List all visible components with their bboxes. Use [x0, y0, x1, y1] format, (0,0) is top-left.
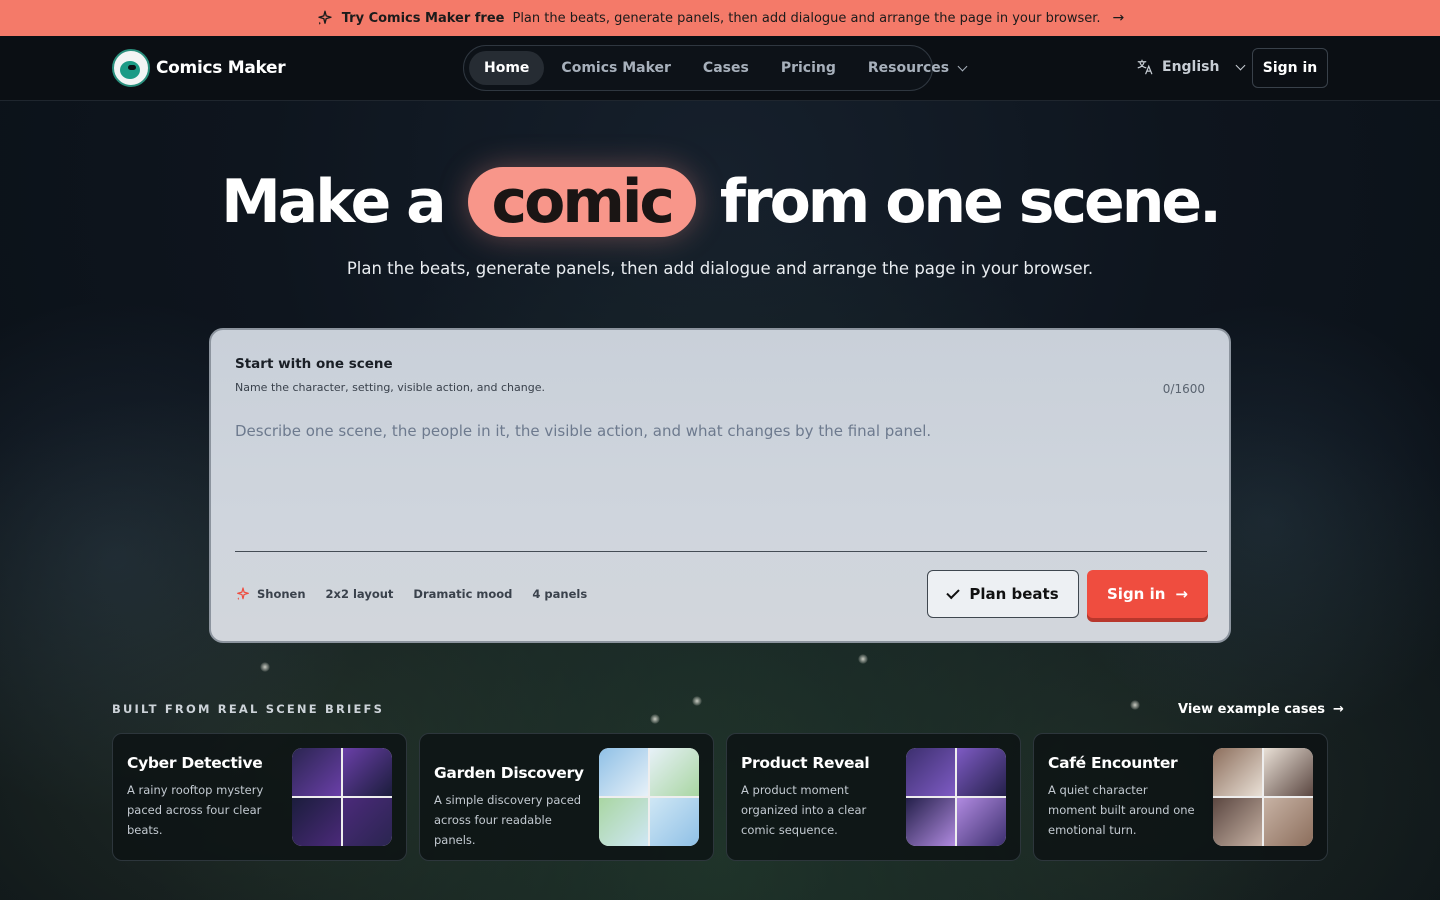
nav-resources[interactable]: Resources [853, 51, 981, 85]
case-description: A simple discovery paced across four rea… [434, 793, 582, 847]
character-counter: 0/1600 [1162, 382, 1205, 396]
plan-beats-label: Plan beats [969, 585, 1059, 603]
background-flower [692, 696, 702, 706]
chip-style[interactable]: Shonen [235, 586, 306, 602]
background-flower [1130, 700, 1140, 710]
hero-title-start: Make a [221, 167, 447, 237]
signin-cta-label: Sign in [1107, 585, 1166, 603]
main-nav: Home Comics Maker Cases Pricing Resource… [463, 45, 968, 91]
hero-title-highlight: comic [467, 167, 696, 237]
case-title: Cyber Detective [127, 754, 263, 772]
background-flower [260, 662, 270, 672]
chip-style-label: Shonen [257, 587, 306, 601]
case-thumbnail [906, 748, 1006, 846]
check-icon [946, 585, 961, 599]
site-header: Comics Maker Home Comics Maker Cases Pri… [0, 36, 1440, 101]
view-example-cases-link[interactable]: View example cases → [1178, 702, 1344, 717]
arrow-right-icon: → [1112, 10, 1125, 26]
cases-section-label: BUILT FROM REAL SCENE BRIEFS [112, 702, 385, 716]
background-flower [650, 714, 660, 724]
language-label: English [1162, 59, 1220, 75]
signin-cta-button[interactable]: Sign in → [1087, 570, 1208, 618]
brand-name: Comics Maker [156, 58, 286, 78]
promo-bold: Try Comics Maker free [341, 10, 505, 26]
case-thumbnail [599, 748, 699, 846]
arrow-right-icon: → [1333, 702, 1344, 717]
case-title: Café Encounter [1048, 754, 1178, 772]
preset-chips: Shonen 2x2 layout Dramatic mood 4 panels [235, 586, 587, 602]
sparkle-icon [237, 587, 249, 600]
case-description: A quiet character moment built around on… [1048, 783, 1195, 837]
case-thumbnail [1213, 748, 1313, 846]
chip-panels[interactable]: 4 panels [532, 587, 587, 601]
header-signin-button[interactable]: Sign in [1252, 48, 1328, 88]
nav-pricing[interactable]: Pricing [766, 51, 851, 85]
scene-prompt-card: Start with one scene Name the character,… [209, 328, 1231, 643]
case-thumbnail [292, 748, 392, 846]
arrow-right-icon: → [1175, 585, 1188, 603]
prompt-card-title: Start with one scene [235, 356, 393, 372]
hero-title: Make a comic from one scene. [0, 160, 1440, 244]
case-description: A rainy rooftop mystery paced across fou… [127, 783, 264, 837]
nav-home[interactable]: Home [469, 51, 545, 85]
case-title: Garden Discovery [434, 764, 584, 782]
case-card[interactable]: Café Encounter A quiet character moment … [1033, 733, 1328, 861]
case-card[interactable]: Cyber Detective A rainy rooftop mystery … [112, 733, 407, 861]
case-card[interactable]: Product Reveal A product moment organize… [726, 733, 1021, 861]
chevron-down-icon [957, 61, 968, 71]
nav-cases[interactable]: Cases [688, 51, 764, 85]
nav-resources-label: Resources [867, 60, 950, 76]
chip-mood[interactable]: Dramatic mood [413, 587, 512, 601]
case-title: Product Reveal [741, 754, 870, 772]
scene-description-input[interactable] [235, 422, 1207, 552]
brand-logo[interactable]: Comics Maker [112, 49, 286, 87]
nav-comics-maker[interactable]: Comics Maker [546, 51, 686, 85]
promo-text: Plan the beats, generate panels, then ad… [512, 10, 1101, 26]
language-selector[interactable]: English [1136, 58, 1246, 76]
hero-title-end: from one scene. [719, 167, 1222, 237]
chip-layout[interactable]: 2x2 layout [326, 587, 394, 601]
logo-icon [112, 49, 150, 87]
prompt-card-hint: Name the character, setting, visible act… [235, 381, 545, 394]
view-cases-label: View example cases [1178, 702, 1326, 717]
hero-subtitle: Plan the beats, generate panels, then ad… [346, 259, 1094, 278]
translate-icon [1137, 59, 1153, 75]
case-description: A product moment organized into a clear … [741, 783, 867, 837]
promo-banner[interactable]: Try Comics Maker free Plan the beats, ge… [0, 0, 1440, 36]
plan-beats-button[interactable]: Plan beats [927, 570, 1079, 618]
case-card[interactable]: Garden Discovery A simple discovery pace… [419, 733, 714, 861]
chevron-down-icon [1236, 60, 1246, 70]
sparkle-icon [318, 10, 332, 25]
background-flower [858, 654, 868, 664]
